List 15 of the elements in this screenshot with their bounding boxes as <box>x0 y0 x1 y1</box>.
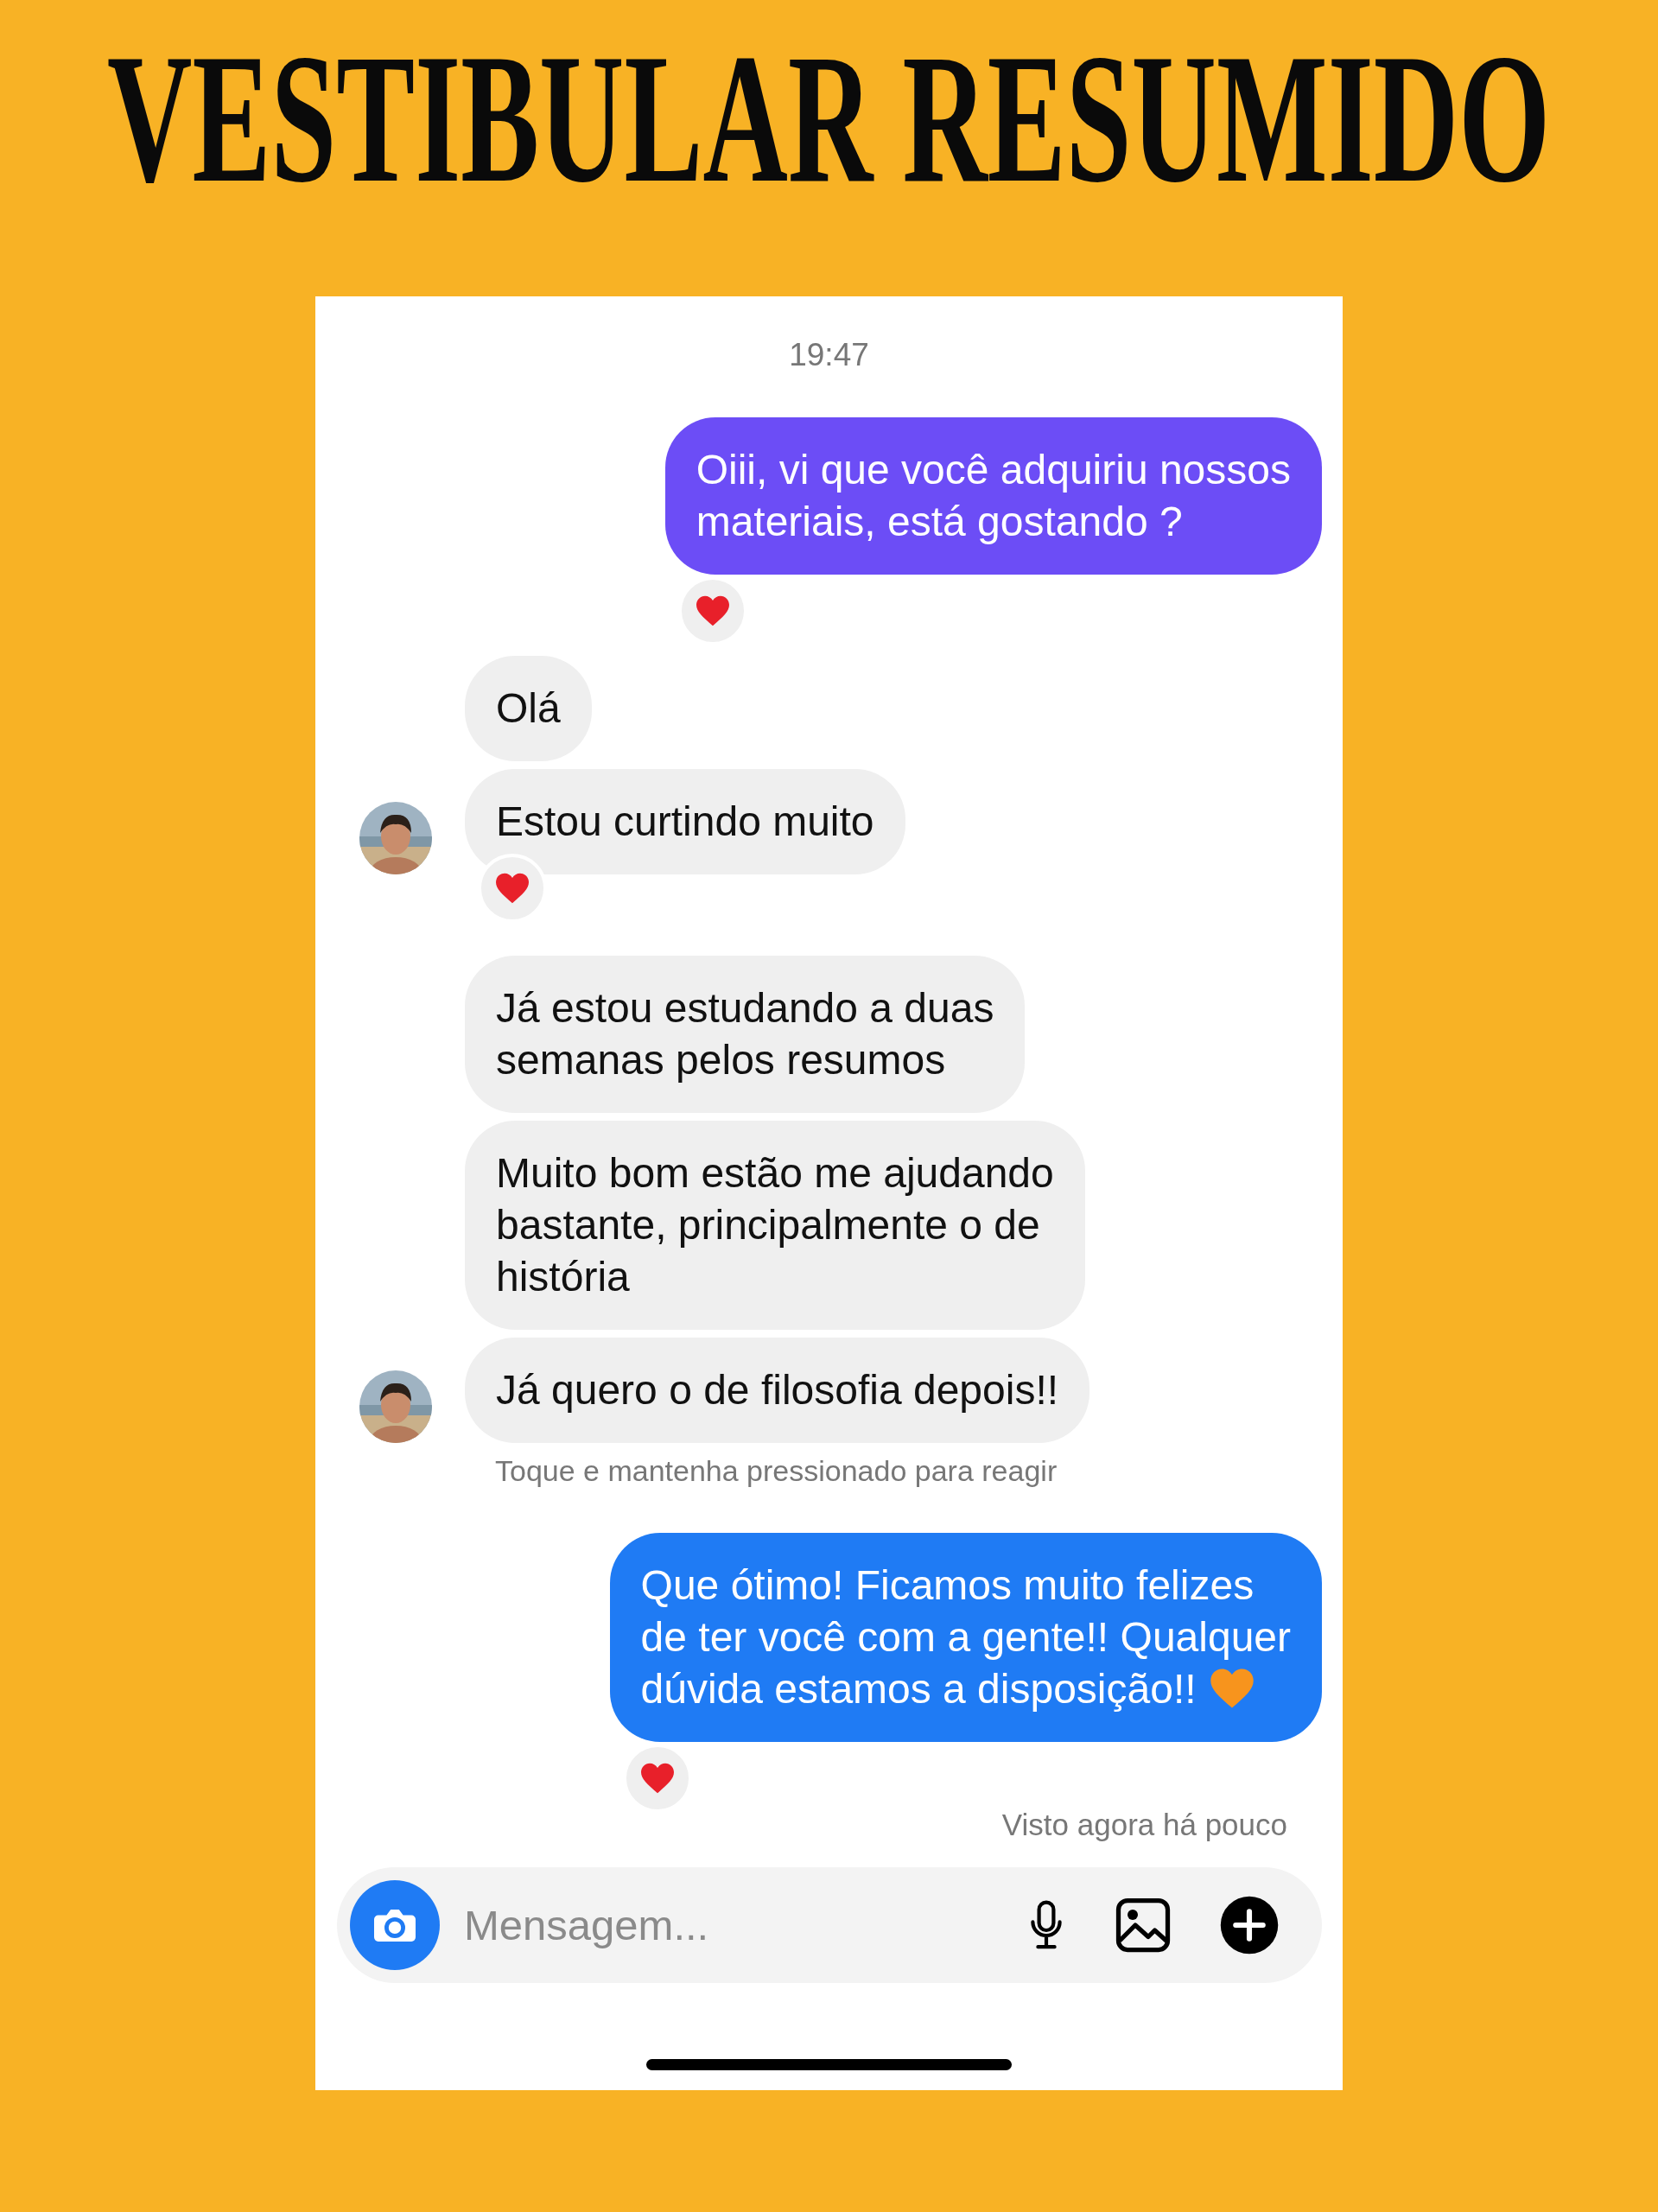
timestamp: 19:47 <box>788 338 870 372</box>
message-bubble: Estou curtindo muito <box>465 769 905 874</box>
hint-text: Toque e mantenha pressionado para reagir <box>495 1453 1058 1488</box>
message-bubble: Já estou estudando a duas semanas pelos resumos <box>465 956 1026 1113</box>
seen-status: Visto agora há pouco <box>1001 1808 1288 1842</box>
poster-title: VESTIBULAR RESUMIDO <box>107 25 1551 211</box>
message-bubble: Oiii, vi que você adquiriu nossos materiais, está gostando ? <box>664 417 1322 575</box>
message-bubble: Já quero o de filosofia depois!! <box>465 1338 1090 1443</box>
message-bubble: Muito bom estão me ajudando bastante, principalmente o de história <box>465 1121 1085 1330</box>
image-icon[interactable] <box>1115 1897 1172 1954</box>
add-icon[interactable] <box>1219 1895 1280 1955</box>
message-bubble: Que ótimo! Ficamos muito felizes de ter você com a gente!! Qualquer dúvida estamos a disposição!! <box>609 1533 1322 1742</box>
message-input[interactable]: Mensagem... <box>462 1900 1003 1950</box>
camera-icon <box>374 1909 416 1942</box>
message-bubble: Olá <box>465 656 592 761</box>
